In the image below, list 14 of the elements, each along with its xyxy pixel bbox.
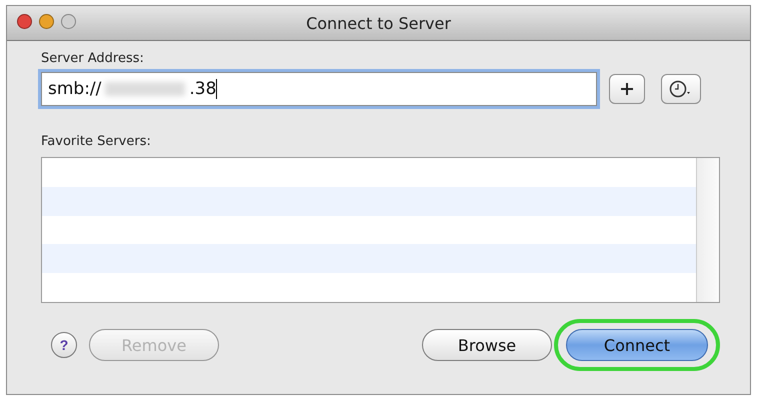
- default-button[interactable]: Connect: [566, 329, 708, 361]
- minimize-button[interactable]: [39, 14, 54, 29]
- field-label: Server Address:: [41, 51, 144, 66]
- plus-icon: [620, 82, 634, 96]
- add-button[interactable]: [609, 74, 645, 104]
- recent-servers-button[interactable]: [661, 74, 701, 104]
- window-title: Connect to Server: [306, 14, 451, 32]
- close-button[interactable]: [17, 14, 32, 29]
- push-button[interactable]: Browse: [422, 329, 552, 361]
- zoom-button[interactable]: [61, 14, 76, 29]
- scrollbar[interactable]: [696, 158, 719, 302]
- server-address-field[interactable]: smb:// .38: [41, 72, 597, 106]
- help-button[interactable]: ?: [51, 332, 77, 358]
- list-label: Favorite Servers:: [41, 134, 151, 149]
